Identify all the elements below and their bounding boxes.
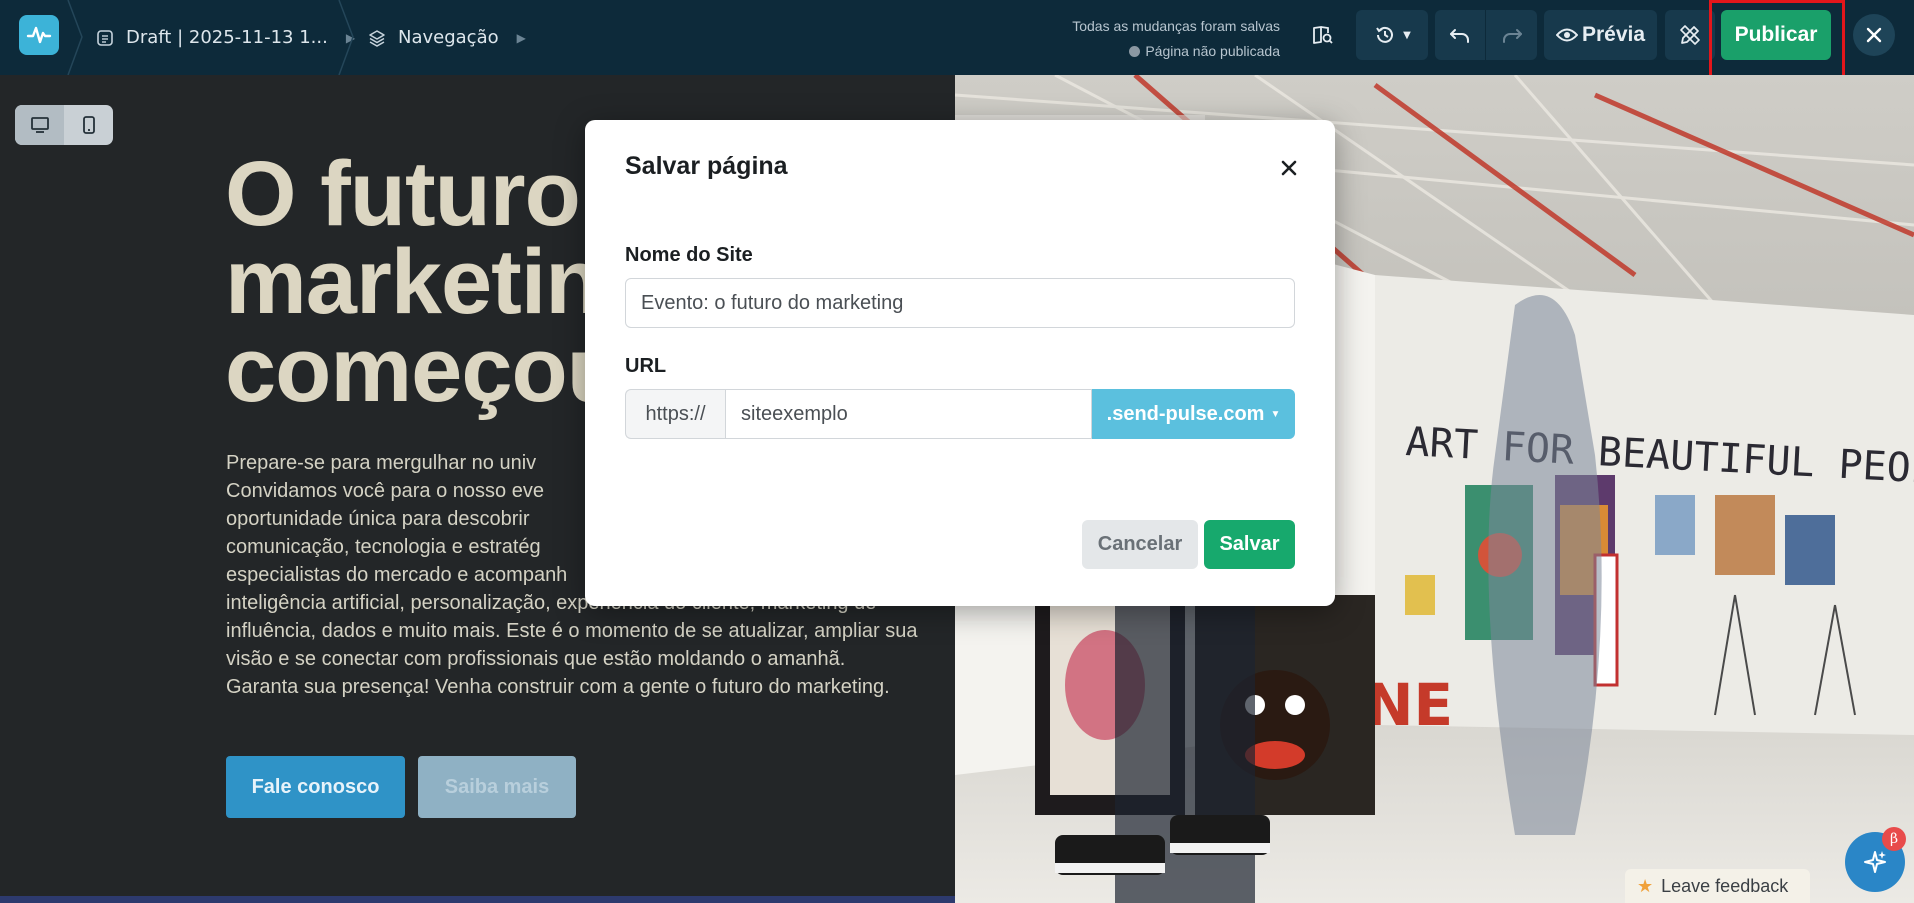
mobile-icon — [82, 116, 95, 134]
site-name-input[interactable] — [625, 278, 1295, 328]
draft-label: Draft | 2025-11-13 1... — [126, 27, 328, 48]
undo-button[interactable] — [1435, 10, 1486, 60]
save-page-dialog: Salvar página Nome do Site URL https:// … — [585, 120, 1335, 606]
paragraph-line: Garanta sua presença! Venha construir co… — [226, 676, 890, 698]
chevron-down-icon: ▼ — [1270, 408, 1281, 420]
star-icon: ★ — [1637, 875, 1654, 896]
section-divider — [0, 896, 955, 903]
close-icon — [1866, 27, 1882, 43]
close-icon — [1281, 160, 1297, 176]
navigation-label: Navegação — [398, 27, 499, 48]
eye-icon — [1555, 28, 1578, 42]
breadcrumb-separator-icon — [67, 0, 83, 75]
url-subdomain-input[interactable] — [725, 389, 1092, 439]
sparkles-icon — [1864, 851, 1886, 873]
book-search-button[interactable] — [1300, 10, 1346, 60]
history-button[interactable]: ▼ — [1356, 10, 1428, 60]
url-label: URL — [625, 355, 667, 377]
contact-button[interactable]: Fale conosco — [226, 756, 405, 818]
pencil-ruler-icon — [1680, 25, 1700, 45]
dialog-close-button[interactable] — [1273, 152, 1305, 184]
status-unpublished-text: Página não publicada — [1145, 43, 1280, 59]
redo-icon — [1502, 29, 1522, 43]
url-prefix: https:// — [625, 389, 725, 439]
breadcrumb-navigation[interactable]: Navegação ▶ — [368, 0, 526, 75]
design-tools-button[interactable] — [1665, 10, 1715, 60]
feedback-label: Leave feedback — [1661, 875, 1789, 896]
paragraph-line: visão e se conectar com profissionais qu… — [226, 648, 846, 670]
dialog-title: Salvar página — [625, 152, 788, 180]
redo-button[interactable] — [1486, 10, 1537, 60]
domain-dropdown[interactable]: .send-pulse.com ▼ — [1092, 389, 1295, 439]
mobile-view-button[interactable] — [64, 105, 113, 145]
status-saved-text: Todas as mudanças foram salvas — [1072, 18, 1280, 34]
site-name-label: Nome do Site — [625, 244, 753, 266]
publish-button[interactable]: Publicar — [1721, 10, 1831, 60]
learn-more-button[interactable]: Saiba mais — [418, 756, 576, 818]
preview-label: Prévia — [1581, 23, 1646, 46]
close-editor-button[interactable] — [1853, 14, 1895, 56]
breadcrumb-separator-icon — [338, 0, 354, 75]
letter-sculpture: NE — [1365, 671, 1453, 739]
page-icon — [97, 29, 113, 46]
leave-feedback-button[interactable]: ★ Leave feedback — [1625, 869, 1810, 903]
chevron-down-icon: ▼ — [1403, 29, 1411, 41]
undo-icon — [1450, 29, 1469, 43]
cancel-button[interactable]: Cancelar — [1082, 520, 1198, 569]
history-icon — [1376, 26, 1394, 43]
save-button[interactable]: Salvar — [1204, 520, 1295, 569]
desktop-icon — [30, 117, 49, 133]
undo-redo-group — [1435, 10, 1537, 60]
caret-right-icon: ▶ — [516, 30, 526, 45]
save-status: Todas as mudanças foram salvas Página nã… — [1072, 14, 1280, 64]
preview-button[interactable]: Prévia — [1544, 10, 1657, 60]
top-toolbar: Draft | 2025-11-13 1... ▶ Navegação ▶ To… — [0, 0, 1914, 80]
status-dot-icon — [1129, 46, 1141, 57]
beta-badge: β — [1882, 827, 1906, 851]
desktop-view-button[interactable] — [15, 105, 64, 145]
breadcrumb-draft[interactable]: Draft | 2025-11-13 1... ▶ — [96, 0, 355, 75]
app-logo-icon[interactable] — [19, 15, 59, 55]
device-toggle — [15, 105, 113, 145]
status-unpublished: Página não publicada — [1072, 39, 1280, 64]
url-input-group: https:// .send-pulse.com ▼ — [625, 389, 1295, 439]
paragraph-line: influência, dados e muito mais. Este é o… — [226, 620, 918, 642]
layers-icon — [369, 29, 385, 47]
domain-label: .send-pulse.com — [1106, 402, 1265, 425]
book-search-icon — [1313, 26, 1333, 44]
